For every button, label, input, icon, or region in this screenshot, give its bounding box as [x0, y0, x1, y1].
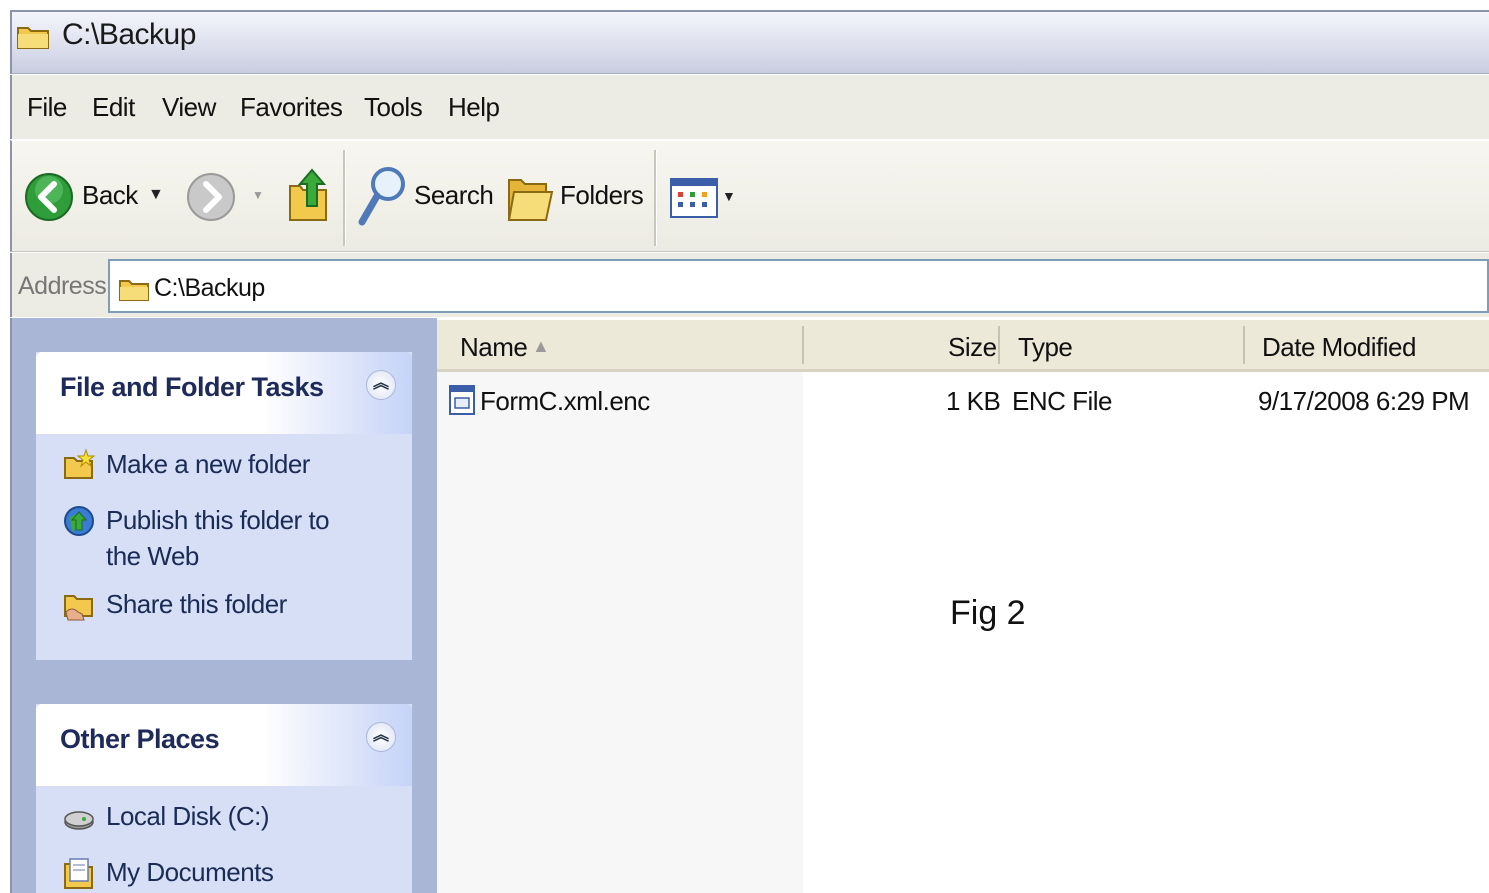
forward-arrow-icon[interactable] [186, 172, 236, 222]
my-documents-icon [64, 858, 93, 889]
back-button-label[interactable]: Back [82, 180, 138, 211]
window-title: C:\Backup [62, 18, 196, 51]
column-header-size[interactable]: Size [948, 332, 997, 363]
menu-edit[interactable]: Edit [92, 92, 135, 123]
file-date-modified: 9/17/2008 6:29 PM [1258, 386, 1470, 416]
menu-tools[interactable]: Tools [364, 92, 423, 123]
my-documents-link[interactable]: My Documents [106, 854, 274, 890]
tasks-panel-title[interactable]: File and Folder Tasks [60, 372, 324, 403]
toolbar-separator [343, 150, 346, 246]
up-folder-icon[interactable] [286, 164, 332, 224]
places-panel-title[interactable]: Other Places [60, 724, 220, 755]
back-arrow-icon[interactable] [24, 172, 74, 222]
search-icon[interactable] [356, 164, 408, 230]
sort-ascending-icon: ▲ [532, 336, 550, 356]
file-type: ENC File [1012, 386, 1113, 416]
sorted-column-shade [437, 372, 803, 893]
file-name[interactable]: FormC.xml.enc [480, 386, 650, 417]
folder-icon [119, 280, 149, 301]
folders-icon[interactable] [506, 168, 554, 226]
collapse-chevron-icon[interactable]: ︽ [366, 370, 396, 400]
local-disk-icon [64, 811, 94, 830]
address-label: Address [18, 272, 107, 300]
publish-folder-link[interactable]: Publish this folder to the Web [106, 502, 366, 574]
share-folder-icon [64, 595, 93, 621]
menu-bar [10, 75, 1489, 139]
menu-view[interactable]: View [162, 92, 216, 123]
folder-icon [17, 27, 49, 49]
column-divider[interactable] [998, 326, 1000, 364]
column-header-name[interactable]: Name [460, 332, 528, 363]
column-header-type[interactable]: Type [1018, 332, 1073, 363]
menu-favorites[interactable]: Favorites [240, 92, 343, 123]
figure-caption: Fig 2 [950, 594, 1026, 632]
menu-file[interactable]: File [27, 92, 67, 123]
share-folder-link[interactable]: Share this folder [106, 586, 287, 622]
search-button-label[interactable]: Search [414, 180, 494, 211]
views-dropdown-chevron-icon[interactable]: ▼ [722, 188, 736, 204]
local-disk-link[interactable]: Local Disk (C:) [106, 798, 269, 834]
column-divider[interactable] [1243, 326, 1245, 364]
column-header-date[interactable]: Date Modified [1262, 332, 1416, 363]
new-folder-icon [64, 448, 96, 479]
menu-help[interactable]: Help [448, 92, 500, 123]
back-dropdown-chevron-icon[interactable]: ▼ [148, 186, 164, 204]
collapse-chevron-icon[interactable]: ︽ [366, 722, 396, 752]
address-field[interactable] [108, 259, 1489, 313]
make-new-folder-link[interactable]: Make a new folder [106, 446, 310, 482]
toolbar-separator [654, 150, 657, 246]
folders-button-label[interactable]: Folders [560, 180, 644, 211]
title-bar [10, 10, 1489, 74]
file-size: 1 KB [946, 386, 1001, 416]
globe-icon [64, 506, 94, 536]
file-icon [449, 385, 475, 415]
address-input-value[interactable]: C:\Backup [154, 274, 265, 303]
views-icon[interactable] [670, 178, 718, 218]
forward-dropdown-chevron-icon[interactable]: ▼ [252, 188, 264, 202]
column-divider[interactable] [802, 326, 804, 364]
